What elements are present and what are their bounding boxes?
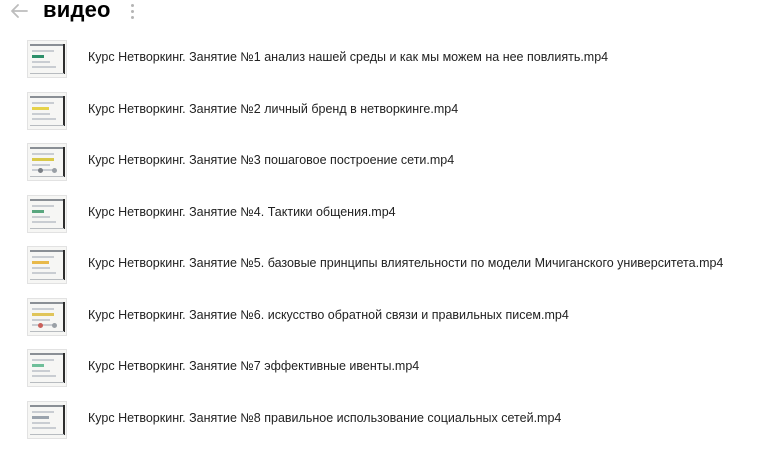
video-thumbnail[interactable] <box>27 194 67 233</box>
file-row[interactable]: Курс Нетворкинг. Занятие №3 пошаговое по… <box>0 137 765 185</box>
video-thumbnail[interactable] <box>27 91 67 130</box>
more-vertical-icon <box>130 3 134 19</box>
file-name[interactable]: Курс Нетворкинг. Занятие №6. искусство о… <box>88 307 569 323</box>
file-row[interactable]: Курс Нетворкинг. Занятие №5. базовые при… <box>0 240 765 288</box>
video-thumbnail[interactable] <box>27 349 67 387</box>
file-row[interactable]: Курс Нетворкинг. Занятие №7 эффективные … <box>0 343 765 391</box>
video-thumbnail[interactable] <box>27 246 67 284</box>
arrow-left-icon <box>11 4 28 18</box>
file-row[interactable]: Курс Нетворкинг. Занятие №8 правильное и… <box>0 395 765 443</box>
video-thumbnail[interactable] <box>27 400 67 439</box>
file-row[interactable]: Курс Нетворкинг. Занятие №1 анализ нашей… <box>0 34 765 82</box>
folder-title: видео <box>43 0 111 22</box>
file-row[interactable]: Курс Нетворкинг. Занятие №4. Тактики общ… <box>0 189 765 237</box>
video-thumbnail[interactable] <box>27 297 67 336</box>
file-name[interactable]: Курс Нетворкинг. Занятие №3 пошаговое по… <box>88 152 454 168</box>
video-thumbnail[interactable] <box>27 143 67 181</box>
file-name[interactable]: Курс Нетворкинг. Занятие №2 личный бренд… <box>88 101 458 117</box>
back-button[interactable] <box>8 1 30 21</box>
file-row[interactable]: Курс Нетворкинг. Занятие №2 личный бренд… <box>0 86 765 134</box>
file-name[interactable]: Курс Нетворкинг. Занятие №4. Тактики общ… <box>88 204 396 220</box>
file-browser: видео Курс Нетворкинг. Занятие №1 анализ… <box>0 0 765 456</box>
file-row[interactable]: Курс Нетворкинг. Занятие №6. искусство о… <box>0 292 765 340</box>
file-name[interactable]: Курс Нетворкинг. Занятие №7 эффективные … <box>88 358 419 374</box>
more-options-button[interactable] <box>124 1 140 21</box>
file-name[interactable]: Курс Нетворкинг. Занятие №5. базовые при… <box>88 255 723 271</box>
video-thumbnail[interactable] <box>27 40 67 78</box>
file-name[interactable]: Курс Нетворкинг. Занятие №8 правильное и… <box>88 410 561 426</box>
file-name[interactable]: Курс Нетворкинг. Занятие №1 анализ нашей… <box>88 49 608 65</box>
